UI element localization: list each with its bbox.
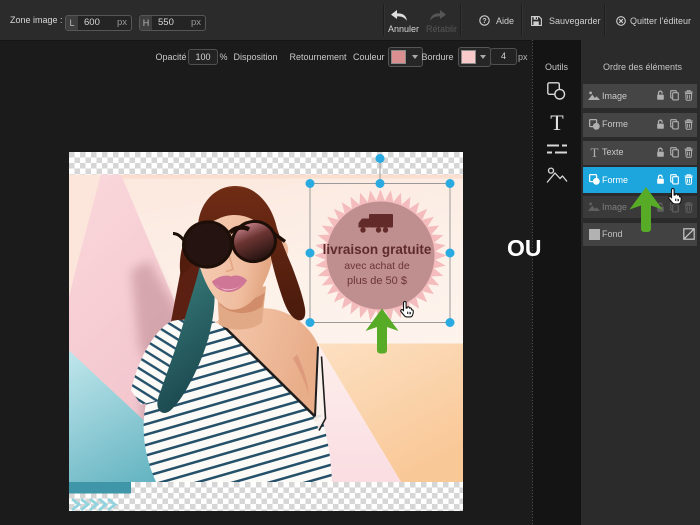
svg-text:livraison gratuite: livraison gratuite [323,242,432,257]
svg-text:?: ? [482,18,486,25]
svg-text:plus de 50 $: plus de 50 $ [347,275,407,287]
svg-text:avec achat de: avec achat de [344,259,410,271]
